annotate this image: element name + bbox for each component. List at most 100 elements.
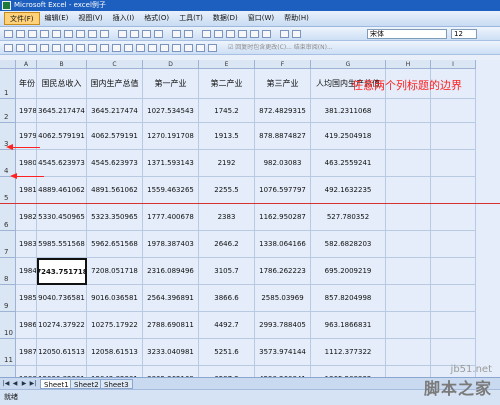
cell-e4[interactable]: 2192: [199, 150, 255, 177]
cell-g9[interactable]: 857.8204998: [311, 285, 386, 312]
tab-sheet1[interactable]: Sheet1: [40, 379, 73, 389]
paste-icon[interactable]: [142, 30, 151, 38]
cell-c10[interactable]: 10275.17922: [87, 312, 143, 339]
first-sheet-icon[interactable]: |◀: [2, 380, 10, 388]
email-icon[interactable]: [52, 30, 61, 38]
print-preview-icon[interactable]: [76, 30, 85, 38]
column-header-a[interactable]: A: [16, 60, 37, 69]
review-icon-15[interactable]: [172, 44, 181, 52]
cell-b5[interactable]: 4889.461062: [37, 177, 87, 204]
cell-a5[interactable]: 1981: [16, 177, 37, 204]
cell-a11[interactable]: 1987: [16, 339, 37, 366]
row-header-6[interactable]: 6: [0, 204, 16, 231]
cell-h5[interactable]: [386, 177, 431, 204]
cell-g10[interactable]: 963.1866831: [311, 312, 386, 339]
cell-h7[interactable]: [386, 231, 431, 258]
review-icon-11[interactable]: [124, 44, 133, 52]
cell-f11[interactable]: 3573.974144: [255, 339, 311, 366]
column-header-d[interactable]: D: [143, 60, 199, 69]
cell-i6[interactable]: [431, 204, 476, 231]
menu-help[interactable]: 帮助(H): [279, 12, 314, 25]
sort-ascending-icon[interactable]: [226, 30, 235, 38]
tab-sheet2[interactable]: Sheet2: [70, 379, 103, 389]
cell-i2[interactable]: [431, 99, 476, 123]
cell-b11[interactable]: 12050.61513: [37, 339, 87, 366]
cell-b12[interactable]: 15036.82301: [37, 366, 87, 377]
cell-d7[interactable]: 1978.387403: [143, 231, 199, 258]
cell-i5[interactable]: [431, 177, 476, 204]
cell-a7[interactable]: 1983: [16, 231, 37, 258]
row-header-9[interactable]: 9: [0, 285, 16, 312]
cell-e10[interactable]: 4492.7: [199, 312, 255, 339]
row-header-7[interactable]: 7: [0, 231, 16, 258]
save-icon[interactable]: [28, 30, 37, 38]
autosum-icon[interactable]: [214, 30, 223, 38]
cell-a2[interactable]: 1978: [16, 99, 37, 123]
cell-f7[interactable]: 1338.064166: [255, 231, 311, 258]
cell-c8[interactable]: 7208.051718: [87, 258, 143, 285]
menu-view[interactable]: 视图(V): [73, 12, 107, 25]
cell-c7[interactable]: 5962.651568: [87, 231, 143, 258]
row-header-2[interactable]: 2: [0, 99, 16, 123]
spelling-icon[interactable]: [88, 30, 97, 38]
cell-i7[interactable]: [431, 231, 476, 258]
undo-icon[interactable]: [172, 30, 181, 38]
review-icon-8[interactable]: [88, 44, 97, 52]
cell-h6[interactable]: [386, 204, 431, 231]
review-icon-13[interactable]: [148, 44, 157, 52]
cell-c9[interactable]: 9016.036581: [87, 285, 143, 312]
cut-icon[interactable]: [118, 30, 127, 38]
hyperlink-icon[interactable]: [202, 30, 211, 38]
column-header-f[interactable]: F: [255, 60, 311, 69]
prev-sheet-icon[interactable]: ◀: [11, 380, 19, 388]
cell-b3[interactable]: 4062.579191: [37, 123, 87, 150]
cell-d6[interactable]: 1777.400678: [143, 204, 199, 231]
cell-d5[interactable]: 1559.463265: [143, 177, 199, 204]
row-header-12[interactable]: 12: [0, 366, 16, 377]
review-icon-7[interactable]: [76, 44, 85, 52]
cell-i3[interactable]: [431, 123, 476, 150]
chart-wizard-icon[interactable]: [250, 30, 259, 38]
cell-f12[interactable]: 4590.260841: [255, 366, 311, 377]
cell-a8[interactable]: 1984: [16, 258, 37, 285]
row-header-8[interactable]: 8: [0, 258, 16, 285]
cell-d12[interactable]: 3865.362169: [143, 366, 199, 377]
cell-d11[interactable]: 3233.040981: [143, 339, 199, 366]
cell-b1[interactable]: 国民总收入: [37, 69, 87, 99]
font-name-select[interactable]: 宋体: [367, 29, 447, 39]
cell-b6[interactable]: 5330.450965: [37, 204, 87, 231]
cell-f10[interactable]: 2993.788405: [255, 312, 311, 339]
cell-b9[interactable]: 9040.736581: [37, 285, 87, 312]
review-icon-2[interactable]: [16, 44, 25, 52]
column-header-g[interactable]: G: [311, 60, 386, 69]
cell-d3[interactable]: 1270.191708: [143, 123, 199, 150]
cell-h4[interactable]: [386, 150, 431, 177]
cell-c11[interactable]: 12058.61513: [87, 339, 143, 366]
cell-e12[interactable]: 6587.2: [199, 366, 255, 377]
cell-a3[interactable]: 1979: [16, 123, 37, 150]
format-painter-icon[interactable]: [154, 30, 163, 38]
review-icon-12[interactable]: [136, 44, 145, 52]
review-icon-9[interactable]: [100, 44, 109, 52]
cell-e3[interactable]: 1913.5: [199, 123, 255, 150]
cell-d10[interactable]: 2788.690811: [143, 312, 199, 339]
cell-h9[interactable]: [386, 285, 431, 312]
column-header-i[interactable]: I: [431, 60, 476, 69]
cell-e6[interactable]: 2383: [199, 204, 255, 231]
tab-sheet3[interactable]: Sheet3: [100, 379, 133, 389]
cell-d1[interactable]: 第一产业: [143, 69, 199, 99]
menu-format[interactable]: 格式(O): [139, 12, 174, 25]
reply-with-changes-button[interactable]: ☑ 回复时包含更改(C)... 结束审阅(N)...: [228, 43, 333, 53]
cell-a1[interactable]: 年份: [16, 69, 37, 99]
cell-f2[interactable]: 872.4829315: [255, 99, 311, 123]
menu-tools[interactable]: 工具(T): [174, 12, 208, 25]
cell-h2[interactable]: [386, 99, 431, 123]
cell-g12[interactable]: 1365.508332: [311, 366, 386, 377]
permission-icon[interactable]: [40, 30, 49, 38]
cell-h3[interactable]: [386, 123, 431, 150]
column-header-b[interactable]: B: [37, 60, 87, 69]
cell-e5[interactable]: 2255.5: [199, 177, 255, 204]
row-header-11[interactable]: 11: [0, 339, 16, 366]
cell-f1[interactable]: 第三产业: [255, 69, 311, 99]
cell-e2[interactable]: 1745.2: [199, 99, 255, 123]
